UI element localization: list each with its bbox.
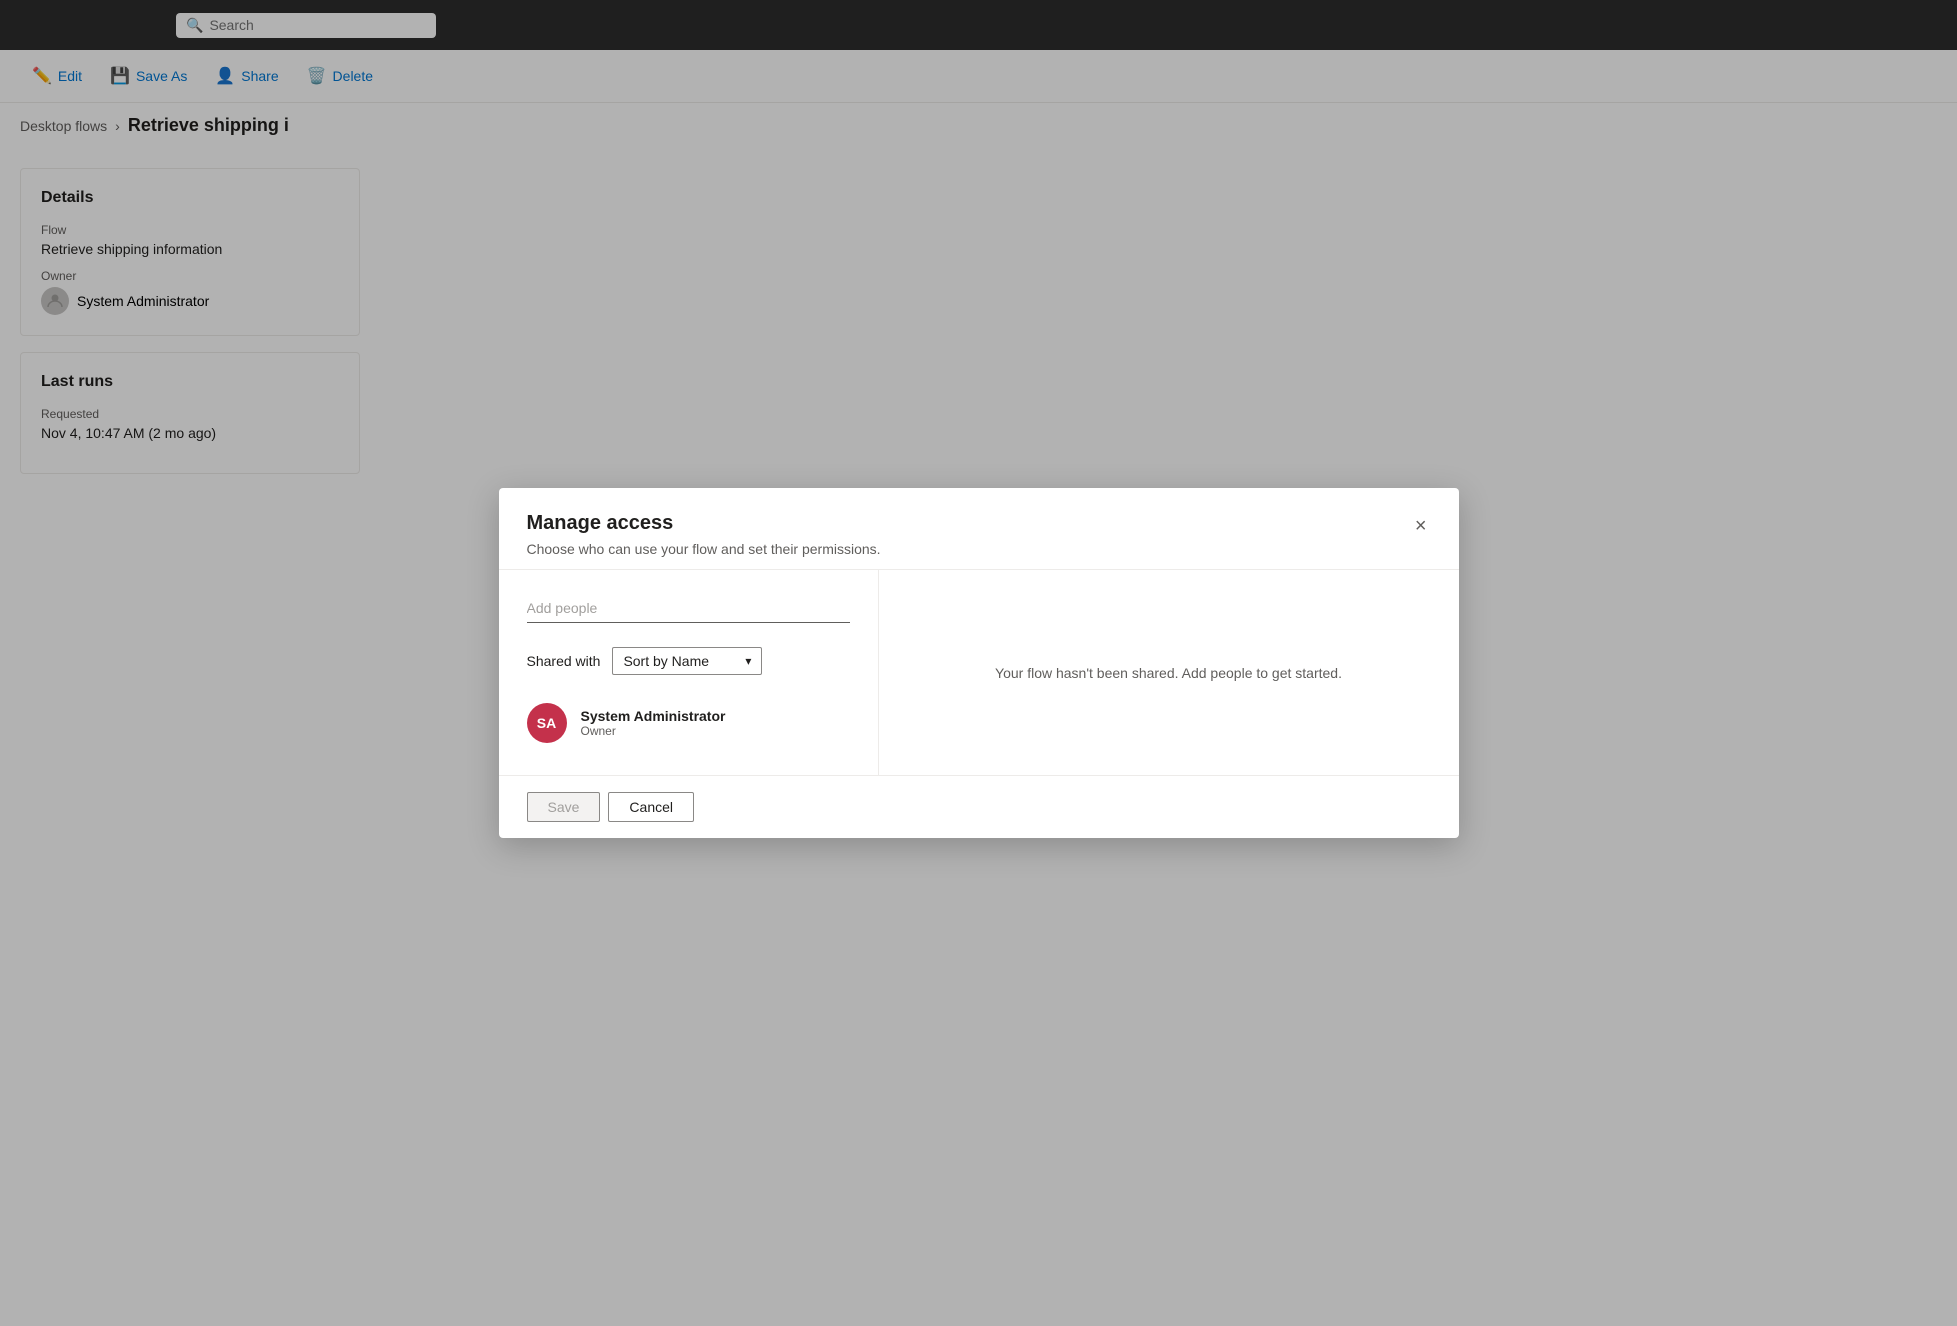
- sort-dropdown[interactable]: Sort by Name ▾: [612, 647, 762, 675]
- modal-cancel-button[interactable]: Cancel: [608, 792, 694, 822]
- modal-overlay: Manage access Choose who can use your fl…: [0, 0, 1957, 1326]
- modal-title: Manage access: [527, 512, 881, 535]
- owner-info: System Administrator Owner: [581, 708, 726, 738]
- modal-close-button[interactable]: ×: [1411, 512, 1431, 540]
- modal-right-panel: Your flow hasn't been shared. Add people…: [879, 570, 1459, 775]
- modal-subtitle: Choose who can use your flow and set the…: [527, 541, 881, 557]
- modal-save-button[interactable]: Save: [527, 792, 601, 822]
- modal-body: Shared with Sort by Name ▾ SA System Adm…: [499, 570, 1459, 775]
- shared-with-row: Shared with Sort by Name ▾: [527, 647, 850, 675]
- owner-display-name: System Administrator: [581, 708, 726, 724]
- modal-footer: Save Cancel: [499, 775, 1459, 838]
- sort-label: Sort by Name: [623, 653, 709, 669]
- modal-header: Manage access Choose who can use your fl…: [499, 488, 1459, 570]
- chevron-down-icon: ▾: [745, 654, 751, 668]
- manage-access-modal: Manage access Choose who can use your fl…: [499, 488, 1459, 838]
- modal-left-panel: Shared with Sort by Name ▾ SA System Adm…: [499, 570, 879, 775]
- shared-with-label: Shared with: [527, 653, 601, 669]
- owner-entry: SA System Administrator Owner: [527, 695, 850, 751]
- empty-shared-message: Your flow hasn't been shared. Add people…: [995, 665, 1342, 681]
- owner-role-label: Owner: [581, 724, 726, 738]
- add-people-input[interactable]: [527, 594, 850, 623]
- owner-initials-badge: SA: [527, 703, 567, 743]
